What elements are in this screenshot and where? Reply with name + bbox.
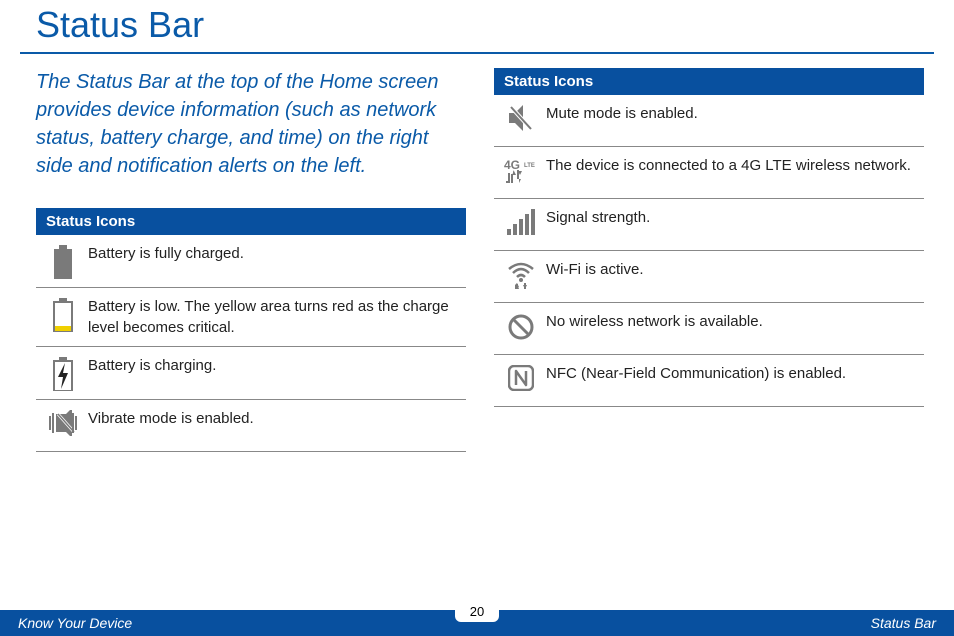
row-description: Battery is fully charged.	[84, 243, 244, 264]
row-description: Battery is low. The yellow area turns re…	[84, 296, 460, 338]
battery-low-icon	[42, 296, 84, 332]
table-row: Signal strength.	[494, 199, 924, 251]
row-description: NFC (Near-Field Communication) is enable…	[542, 363, 846, 384]
table-row: Battery is charging.	[36, 347, 466, 400]
row-description: The device is connected to a 4G LTE wire…	[542, 155, 911, 176]
title-underline	[20, 52, 934, 54]
table-row: Battery is fully charged.	[36, 235, 466, 288]
wifi-icon	[500, 259, 542, 289]
table-row: Wi-Fi is active.	[494, 251, 924, 303]
intro-text: The Status Bar at the top of the Home sc…	[36, 68, 466, 180]
page-footer: Know Your Device 20 Status Bar	[0, 610, 954, 636]
row-description: Battery is charging.	[84, 355, 216, 376]
battery-full-icon	[42, 243, 84, 279]
no-network-icon	[500, 311, 542, 341]
battery-charging-icon	[42, 355, 84, 391]
table-row: NFC (Near-Field Communication) is enable…	[494, 355, 924, 407]
status-icons-header-right: Status Icons	[494, 68, 924, 95]
footer-left-text: Know Your Device	[18, 615, 132, 631]
status-icons-header-left: Status Icons	[36, 208, 466, 235]
row-description: Vibrate mode is enabled.	[84, 408, 254, 429]
right-column: Status Icons Mute mode is enabled. 4G LT…	[494, 68, 924, 452]
left-column: The Status Bar at the top of the Home sc…	[36, 68, 466, 452]
table-row: No wireless network is available.	[494, 303, 924, 355]
table-row: 4G LTE The device is connected to a 4G L…	[494, 147, 924, 199]
page-number: 20	[455, 602, 499, 622]
table-row: Battery is low. The yellow area turns re…	[36, 288, 466, 347]
row-description: Mute mode is enabled.	[542, 103, 698, 124]
row-description: Signal strength.	[542, 207, 650, 228]
svg-text:4G: 4G	[504, 158, 520, 172]
table-row: Mute mode is enabled.	[494, 95, 924, 147]
nfc-icon	[500, 363, 542, 391]
vibrate-icon	[42, 408, 84, 436]
signal-strength-icon	[500, 207, 542, 235]
row-description: No wireless network is available.	[542, 311, 763, 332]
row-description: Wi-Fi is active.	[542, 259, 644, 280]
page-content: The Status Bar at the top of the Home sc…	[0, 68, 954, 452]
table-row: Vibrate mode is enabled.	[36, 400, 466, 452]
4g-lte-icon: 4G LTE	[500, 155, 542, 185]
mute-icon	[500, 103, 542, 131]
svg-text:LTE: LTE	[524, 163, 535, 169]
page-title: Status Bar	[0, 0, 954, 52]
footer-right-text: Status Bar	[871, 615, 936, 631]
